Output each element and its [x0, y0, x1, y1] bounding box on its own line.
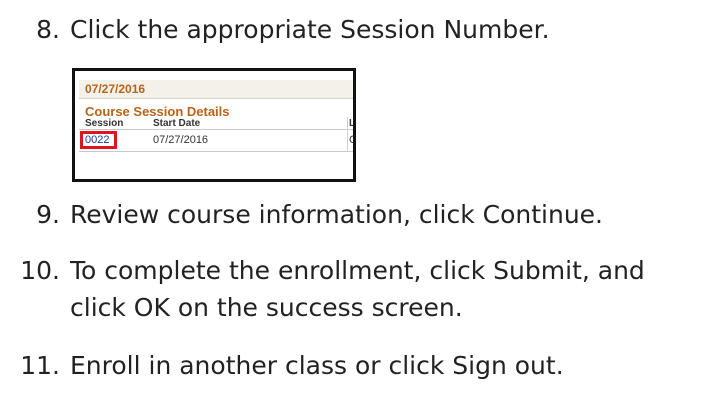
step-number: 10. — [20, 256, 60, 285]
date-header: 07/27/2016 — [85, 82, 146, 96]
step-text: Click the appropriate Session Number. — [70, 15, 550, 44]
step-number: 11. — [20, 351, 60, 380]
partial-cell: C — [349, 134, 353, 146]
column-header-session: Session — [85, 118, 124, 129]
start-date-cell: 07/27/2016 — [153, 134, 209, 146]
step-text: To complete the enrollment, click Submit… — [70, 256, 645, 285]
course-session-screenshot: 07/27/2016 Course Session Details Sessio… — [72, 68, 356, 182]
step-text: Enroll in another class or click Sign ou… — [70, 351, 564, 380]
column-divider — [347, 117, 348, 151]
table-divider — [79, 151, 353, 152]
step-number: 8. — [36, 15, 60, 44]
column-header-partial: L — [349, 118, 356, 129]
column-header-start-date: Start Date — [153, 118, 201, 129]
step-number: 9. — [36, 200, 60, 229]
step-text: click OK on the success screen. — [70, 293, 463, 322]
step-text: Review course information, click Continu… — [70, 200, 604, 229]
session-number-link[interactable]: 0022 — [80, 131, 117, 149]
section-title: Course Session Details — [85, 104, 230, 119]
table-divider — [79, 129, 353, 130]
date-header-bar: 07/27/2016 — [79, 80, 353, 99]
